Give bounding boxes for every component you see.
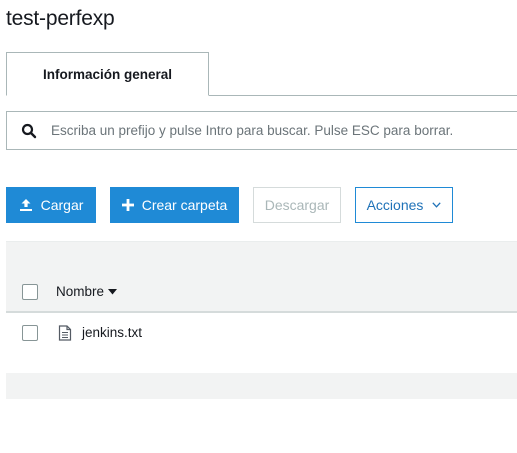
- actions-button-label: Acciones: [366, 197, 424, 213]
- select-all-checkbox[interactable]: [22, 284, 38, 300]
- upload-icon: [19, 198, 33, 212]
- s3-bucket-view: test-perfexp Información general Cargar: [0, 0, 517, 453]
- actions-dropdown[interactable]: Acciones: [355, 187, 453, 223]
- column-header-name[interactable]: Nombre: [56, 284, 118, 299]
- download-button-label: Descargar: [264, 197, 330, 213]
- upload-button-label: Cargar: [40, 197, 84, 213]
- caret-down-icon: [108, 288, 118, 295]
- table-footer-band: [6, 373, 517, 399]
- create-folder-button-label: Crear carpeta: [141, 197, 228, 213]
- column-header-label: Nombre: [56, 284, 105, 299]
- page-title: test-perfexp: [6, 7, 115, 30]
- download-button[interactable]: Descargar: [253, 187, 341, 223]
- row-checkbox[interactable]: [22, 325, 38, 341]
- search-box[interactable]: [6, 111, 517, 150]
- file-name-link[interactable]: jenkins.txt: [82, 325, 142, 340]
- tab-overview[interactable]: Información general: [6, 52, 209, 96]
- tab-label: Información general: [42, 66, 173, 82]
- upload-button[interactable]: Cargar: [6, 187, 96, 223]
- create-folder-button[interactable]: Crear carpeta: [110, 187, 239, 223]
- table-row[interactable]: jenkins.txt: [6, 313, 517, 353]
- search-input[interactable]: [51, 112, 517, 149]
- chevron-down-icon: [432, 202, 442, 208]
- plus-icon: [121, 199, 134, 211]
- table-toolbar-band: [6, 241, 517, 271]
- search-icon: [21, 123, 37, 139]
- file-icon: [58, 325, 72, 341]
- table-header: Nombre: [6, 271, 517, 313]
